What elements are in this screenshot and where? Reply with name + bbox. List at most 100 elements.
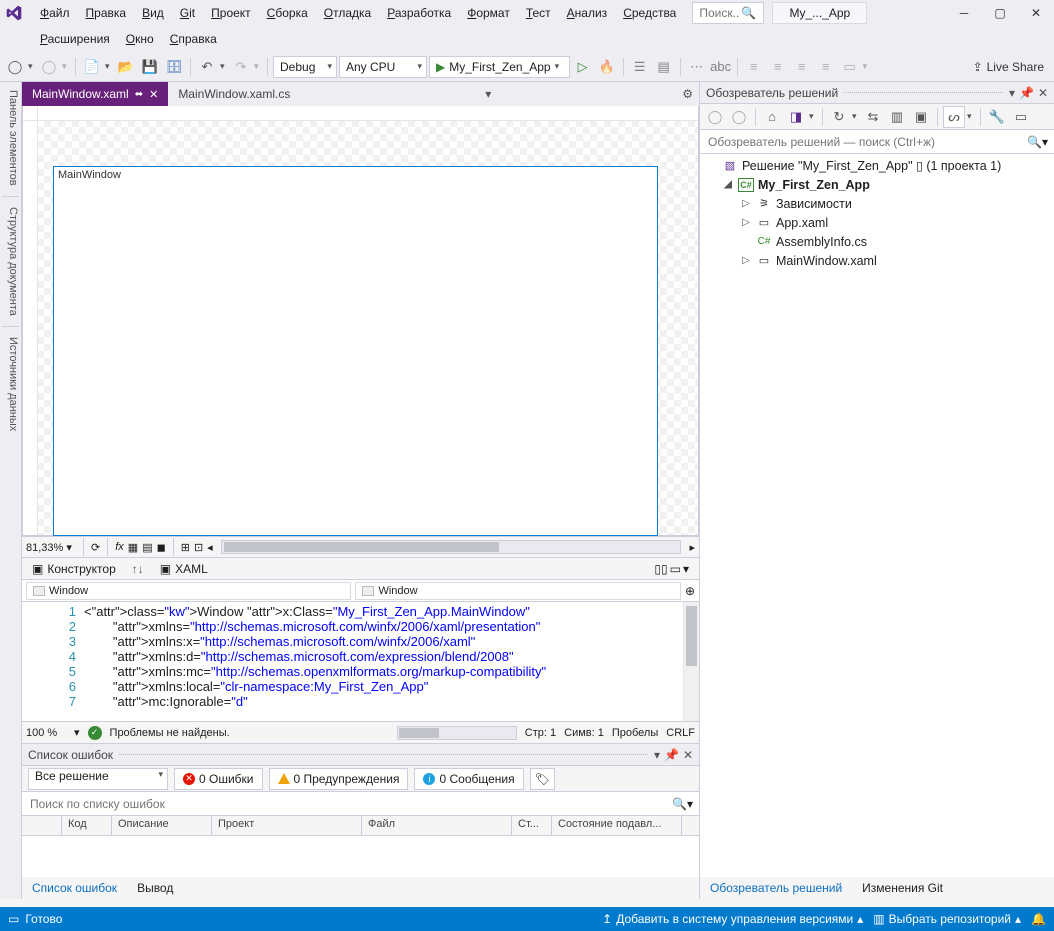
new-file-button[interactable]: 📄 [81, 56, 103, 78]
dropdown-icon[interactable]: ▾ [654, 748, 660, 762]
xaml-designer[interactable] [22, 106, 699, 536]
menu-Отладка[interactable]: Отладка [316, 2, 379, 24]
dropdown-icon[interactable]: ▾ [1009, 86, 1015, 100]
menu-Вид[interactable]: Вид [134, 2, 172, 24]
error-scope-combo[interactable]: Все решение [28, 768, 168, 790]
side-tab[interactable]: Источники данных [0, 329, 21, 439]
error-search-input[interactable] [28, 796, 672, 812]
view-icon[interactable]: ᔕ [943, 106, 965, 128]
side-tab[interactable]: Структура документа [0, 199, 21, 324]
menu-Проект[interactable]: Проект [203, 2, 259, 24]
menu-search[interactable]: 🔍 [692, 2, 764, 24]
status-select-repo[interactable]: ▥Выбрать репозиторий▴ [873, 912, 1021, 926]
errors-filter[interactable]: ✕0 Ошибки [174, 768, 263, 790]
snap-icon[interactable]: ⊞ [181, 541, 190, 554]
undo-button[interactable]: ↶ [196, 56, 218, 78]
menu-Тест[interactable]: Тест [518, 2, 559, 24]
sync-icon[interactable]: ⇆ [862, 106, 884, 128]
chevron-right-icon[interactable]: ▷ [740, 255, 752, 266]
crumb-left[interactable]: Window [26, 582, 351, 600]
snap2-icon[interactable]: ⊡ [194, 541, 203, 554]
design-tab[interactable]: ▣ Конструктор [22, 558, 126, 579]
editor-tab-mainwindow-cs[interactable]: MainWindow.xaml.cs [168, 82, 300, 106]
pin-icon[interactable]: 📌 [1019, 86, 1034, 100]
properties-icon[interactable]: 🔧 [986, 106, 1008, 128]
error-col[interactable] [22, 816, 62, 835]
open-button[interactable]: 📂 [115, 56, 137, 78]
pin-icon[interactable]: 📌 [664, 748, 679, 762]
menu-search-input[interactable] [697, 5, 741, 21]
live-share-button[interactable]: ⇪Live Share [973, 60, 1044, 74]
collapse-icon[interactable]: ▾ [683, 562, 689, 576]
designer-hscroll[interactable] [221, 540, 682, 554]
menu-Правка[interactable]: Правка [78, 2, 135, 24]
config-combo[interactable]: Debug [273, 56, 337, 78]
show-all-icon[interactable]: ▥ [886, 106, 908, 128]
tb-misc-2[interactable]: ▤ [653, 56, 675, 78]
chevron-right-icon[interactable]: ▷ [740, 198, 752, 209]
menu-Файл[interactable]: Файл [32, 2, 78, 24]
tree-project[interactable]: ◢C#My_First_Zen_App [700, 175, 1054, 194]
split-v-icon[interactable]: ▯▯ [654, 562, 667, 576]
error-columns[interactable]: КодОписаниеПроектФайлСт...Состояние пода… [22, 816, 699, 836]
code-vscroll[interactable] [683, 602, 699, 721]
maximize-button[interactable]: ▢ [982, 0, 1018, 26]
solution-header[interactable]: Обозреватель решений ▾📌✕ [700, 82, 1054, 104]
save-button[interactable]: 💾 [139, 56, 161, 78]
editor-tab-mainwindow-xaml[interactable]: MainWindow.xaml⬌✕ [22, 82, 168, 106]
error-col[interactable]: Описание [112, 816, 212, 835]
arrow-left-icon[interactable]: ◂ [207, 541, 213, 554]
editor-settings-icon[interactable]: ⚙ [676, 82, 699, 106]
dark-icon[interactable]: ◼ [157, 541, 166, 554]
menu-Расширения[interactable]: Расширения [32, 28, 118, 50]
warnings-filter[interactable]: 0 Предупреждения [269, 768, 409, 790]
tree-solution[interactable]: ▧Решение "My_First_Zen_App" ▯ (1 проекта… [700, 156, 1054, 175]
error-col[interactable]: Ст... [512, 816, 552, 835]
editor-hscroll[interactable] [397, 726, 517, 740]
crumb-extra-icon[interactable]: ⊕ [685, 584, 695, 598]
crumb-right[interactable]: Window [355, 582, 680, 600]
close-button[interactable]: ✕ [1018, 0, 1054, 26]
build-filter[interactable]: 🏷 [530, 768, 555, 790]
back-button[interactable]: ◯ [4, 56, 26, 78]
tab-git-changes[interactable]: Изменения Git [852, 879, 953, 897]
tab-output[interactable]: Вывод [127, 879, 183, 897]
tab-error-list[interactable]: Список ошибок [22, 879, 127, 897]
menu-Справка[interactable]: Справка [162, 28, 225, 50]
le-status[interactable]: CRLF [666, 727, 695, 739]
error-search[interactable]: 🔍▾ [22, 792, 699, 816]
messages-filter[interactable]: i0 Сообщения [414, 768, 523, 790]
code-editor[interactable]: 1234567 <"attr">class="kw">Window "attr"… [22, 602, 699, 722]
tree-assemblyinfo[interactable]: C#AssemblyInfo.cs [700, 232, 1054, 251]
tree-dependencies[interactable]: ▷⚞Зависимости [700, 194, 1054, 213]
menu-Окно[interactable]: Окно [118, 28, 162, 50]
tb-misc-3[interactable]: ⋯ [686, 56, 708, 78]
menu-Анализ[interactable]: Анализ [559, 2, 616, 24]
indent-status[interactable]: Пробелы [612, 727, 658, 739]
menu-Средства[interactable]: Средства [615, 2, 684, 24]
tb-abc[interactable]: abc [710, 56, 732, 78]
close-icon[interactable]: ✕ [149, 88, 158, 101]
xaml-tab[interactable]: ▣ XAML [150, 558, 218, 579]
solution-tree[interactable]: ▧Решение "My_First_Zen_App" ▯ (1 проекта… [700, 154, 1054, 877]
se-switch-icon[interactable]: ◨ [785, 106, 807, 128]
hot-reload-button[interactable]: 🔥 [596, 56, 618, 78]
menu-Разработка[interactable]: Разработка [379, 2, 459, 24]
menu-Сборка[interactable]: Сборка [259, 2, 316, 24]
start-debug-button[interactable]: ▶My_First_Zen_App▾ [429, 56, 570, 78]
error-col[interactable]: Файл [362, 816, 512, 835]
tab-solution-explorer[interactable]: Обозреватель решений [700, 879, 852, 897]
chevron-right-icon[interactable]: ▷ [740, 217, 752, 228]
error-col[interactable]: Код [62, 816, 112, 835]
designer-window[interactable] [53, 166, 658, 536]
collapse-icon[interactable]: ▣ [910, 106, 932, 128]
side-tab[interactable]: Панель элементов [0, 82, 21, 194]
fx-icon[interactable]: fx [115, 541, 124, 553]
close-icon[interactable]: ✕ [683, 748, 693, 762]
pin-icon[interactable]: ⬌ [135, 89, 143, 100]
minimize-button[interactable]: ─ [946, 0, 982, 26]
tree-app-xaml[interactable]: ▷▭App.xaml [700, 213, 1054, 232]
grid-icon[interactable]: ▦ [128, 541, 138, 554]
error-col[interactable]: Состояние подавл... [552, 816, 682, 835]
home-icon[interactable]: ⌂ [761, 106, 783, 128]
